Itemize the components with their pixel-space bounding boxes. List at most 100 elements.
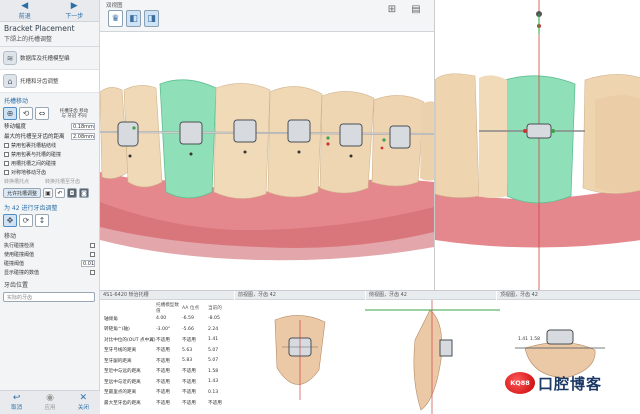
- check-row[interactable]: 禁用包裹与托槽的碰撞: [0, 150, 99, 159]
- check-row[interactable]: 对称地移动牙齿: [0, 168, 99, 177]
- option-row: 碰撞阈值 0.01: [0, 259, 99, 268]
- table-cell: 至远中与近的距离: [104, 379, 141, 385]
- arrow-left-icon: ◀: [21, 0, 29, 11]
- table-row: 至牙龈的距离 不适用 5.83 5.07: [104, 356, 234, 367]
- adjust-tools: ✥ ⟳ ↕: [0, 213, 99, 228]
- tooth-front-icon[interactable]: ⊞: [382, 1, 402, 17]
- table-cell: -8.05: [208, 316, 220, 322]
- move-tool-1-icon[interactable]: ⊕: [3, 107, 17, 120]
- dual-view-icon[interactable]: ◨: [144, 10, 159, 27]
- option-row: 显示碰撞的数值: [0, 268, 99, 277]
- cancel-label: 取消: [11, 405, 23, 411]
- option-label: 执行碰撞检测: [4, 243, 35, 249]
- apply-label: 应用: [44, 405, 56, 411]
- adjust-tool-1-icon[interactable]: ✥: [3, 214, 17, 227]
- checkbox[interactable]: [90, 270, 95, 275]
- table-cell: 不适用: [156, 358, 170, 364]
- check-row[interactable]: 用槽托槽之间的碰撞: [0, 159, 99, 168]
- option-label: 使用碰撞阈值: [4, 252, 35, 258]
- selected-tooth-42[interactable]: [504, 75, 576, 204]
- table-cell: -3.00°: [156, 326, 171, 332]
- lock-icon[interactable]: ▣: [43, 188, 54, 198]
- checkbox[interactable]: [4, 152, 9, 157]
- move-tool-3-icon[interactable]: ⇔: [35, 107, 49, 120]
- next-button[interactable]: ▶ 下一步: [50, 0, 100, 21]
- apply-button[interactable]: ◉ 应用: [33, 391, 66, 414]
- move-section-title: 托槽移动: [4, 98, 29, 105]
- table-row: 转矩角^(轴) -3.00° -5.66 2.24: [104, 324, 234, 335]
- step-size-input[interactable]: 0.18mm: [71, 122, 95, 130]
- adjust-tool-3-icon[interactable]: ↕: [35, 214, 49, 227]
- view-mode-icons: ♛ ◧ ◨: [108, 10, 159, 27]
- close-button[interactable]: ✕ 关闭: [67, 391, 100, 414]
- table-cell: 不适用: [182, 400, 196, 406]
- table-cell: 2.24: [208, 326, 219, 332]
- table-row: 最大至牙齿的距离 不适用 不适用 不适用: [104, 398, 234, 409]
- prev-button[interactable]: ◀ 前退: [0, 0, 50, 21]
- table-cell: 不适用: [156, 379, 170, 385]
- table-cell: 至牙龈的距离: [104, 358, 132, 364]
- close-label: 关闭: [77, 405, 89, 411]
- checkbox[interactable]: [4, 161, 9, 166]
- grayed-label-2: 转换托槽至牙齿: [45, 179, 81, 185]
- adjust-tool-2-icon[interactable]: ⟳: [19, 214, 33, 227]
- tooth-button[interactable]: 实际的牙齿: [3, 292, 95, 302]
- table-cell: 1.58: [208, 368, 219, 374]
- table-cell: -6.59: [182, 316, 194, 322]
- threshold-input[interactable]: 0.01: [81, 260, 95, 267]
- table-cell: 不适用: [182, 369, 196, 375]
- panel-subtitle: 下颌上的托槽调整: [0, 33, 99, 47]
- table-cell: 5.07: [208, 358, 219, 364]
- closeup-viewport[interactable]: [434, 0, 640, 290]
- checkbox[interactable]: [4, 143, 9, 148]
- table-cell: 5.63: [182, 347, 193, 353]
- grayed-label: 转换槽托点: [4, 179, 30, 185]
- top-label-left: 1.41: [518, 337, 529, 342]
- table-cell: 不适用: [182, 390, 196, 396]
- arch-viewport[interactable]: [100, 32, 434, 290]
- teeth-view-icon[interactable]: ♛: [108, 10, 123, 27]
- bottom-bar: ↩ 取消 ◉ 应用 ✕ 关闭: [0, 390, 100, 414]
- header-cell: AA 位点: [182, 306, 200, 312]
- nav-row: ◀ 前退 ▶ 下一步: [0, 0, 99, 22]
- check-row[interactable]: 禁用包裹托槽粘结线: [0, 141, 99, 150]
- bracket-alt-icon[interactable]: ◙: [79, 188, 90, 198]
- table-cell: 轴倾角: [104, 316, 118, 322]
- table-row: 对比中位的(OUT 点中翼) 不适用 不适用 1.41: [104, 335, 234, 346]
- table-row: 轴倾角 4.00 -6.59 -8.05: [104, 314, 234, 325]
- undo-icon[interactable]: ↶: [55, 188, 66, 198]
- front-view-title: 前视图，牙齿 42: [235, 291, 365, 300]
- undo-icon: ↩: [12, 393, 21, 403]
- arch-scene: [100, 79, 434, 261]
- table-cell: 转矩角^(轴): [104, 327, 130, 333]
- cancel-button[interactable]: ↩ 取消: [0, 391, 33, 414]
- single-view-icon[interactable]: ◧: [126, 10, 141, 27]
- checkbox[interactable]: [90, 243, 95, 248]
- allow-adjust-button[interactable]: 允许托槽调整: [3, 188, 42, 198]
- table-cell: 不适用: [208, 400, 222, 406]
- checkbox[interactable]: [4, 170, 9, 175]
- bracket-icon[interactable]: ◘: [67, 188, 78, 198]
- watermark: KQ88 口腔博客: [505, 372, 602, 394]
- option-label: 显示碰撞的数值: [4, 270, 40, 276]
- table-header: 托槽模型数值 AA 位点 当前的: [104, 303, 234, 314]
- move-tools: ⊕ ⟲ ⇔ 托槽牙齿 移动 与 牙冠 不同: [0, 106, 99, 121]
- max-distance-input[interactable]: 2.08mm: [71, 132, 95, 140]
- panel-title: Bracket Placement: [4, 24, 75, 33]
- top-view-title: 顶视图，牙齿 42: [497, 291, 640, 300]
- table-cell: -5.66: [182, 326, 194, 332]
- tooth-row: 实际的牙齿: [0, 290, 99, 304]
- step-adjust[interactable]: ⌂ 托槽和牙齿调整: [0, 70, 99, 93]
- step-database[interactable]: ≋ 数据库及托槽模型编: [0, 47, 99, 70]
- table-cell: 不适用: [156, 337, 170, 343]
- panel-icon[interactable]: ▤: [406, 1, 426, 17]
- view-title: 双视图: [106, 3, 123, 9]
- measurement-table: 托槽模型数值 AA 位点 当前的 轴倾角 4.00 -6.59 -8.05 转矩角^(轴…: [104, 303, 234, 408]
- move-tool-text: 托槽牙齿 移动 与 牙冠 不同: [59, 108, 89, 119]
- checkbox[interactable]: [90, 252, 95, 257]
- table-cell: 0.13: [208, 389, 219, 395]
- move-tool-2-icon[interactable]: ⟲: [19, 107, 33, 120]
- arrow-right-icon: ▶: [70, 0, 78, 11]
- database-icon: ≋: [3, 51, 17, 65]
- bracket-tooth-icon: ⌂: [3, 74, 17, 88]
